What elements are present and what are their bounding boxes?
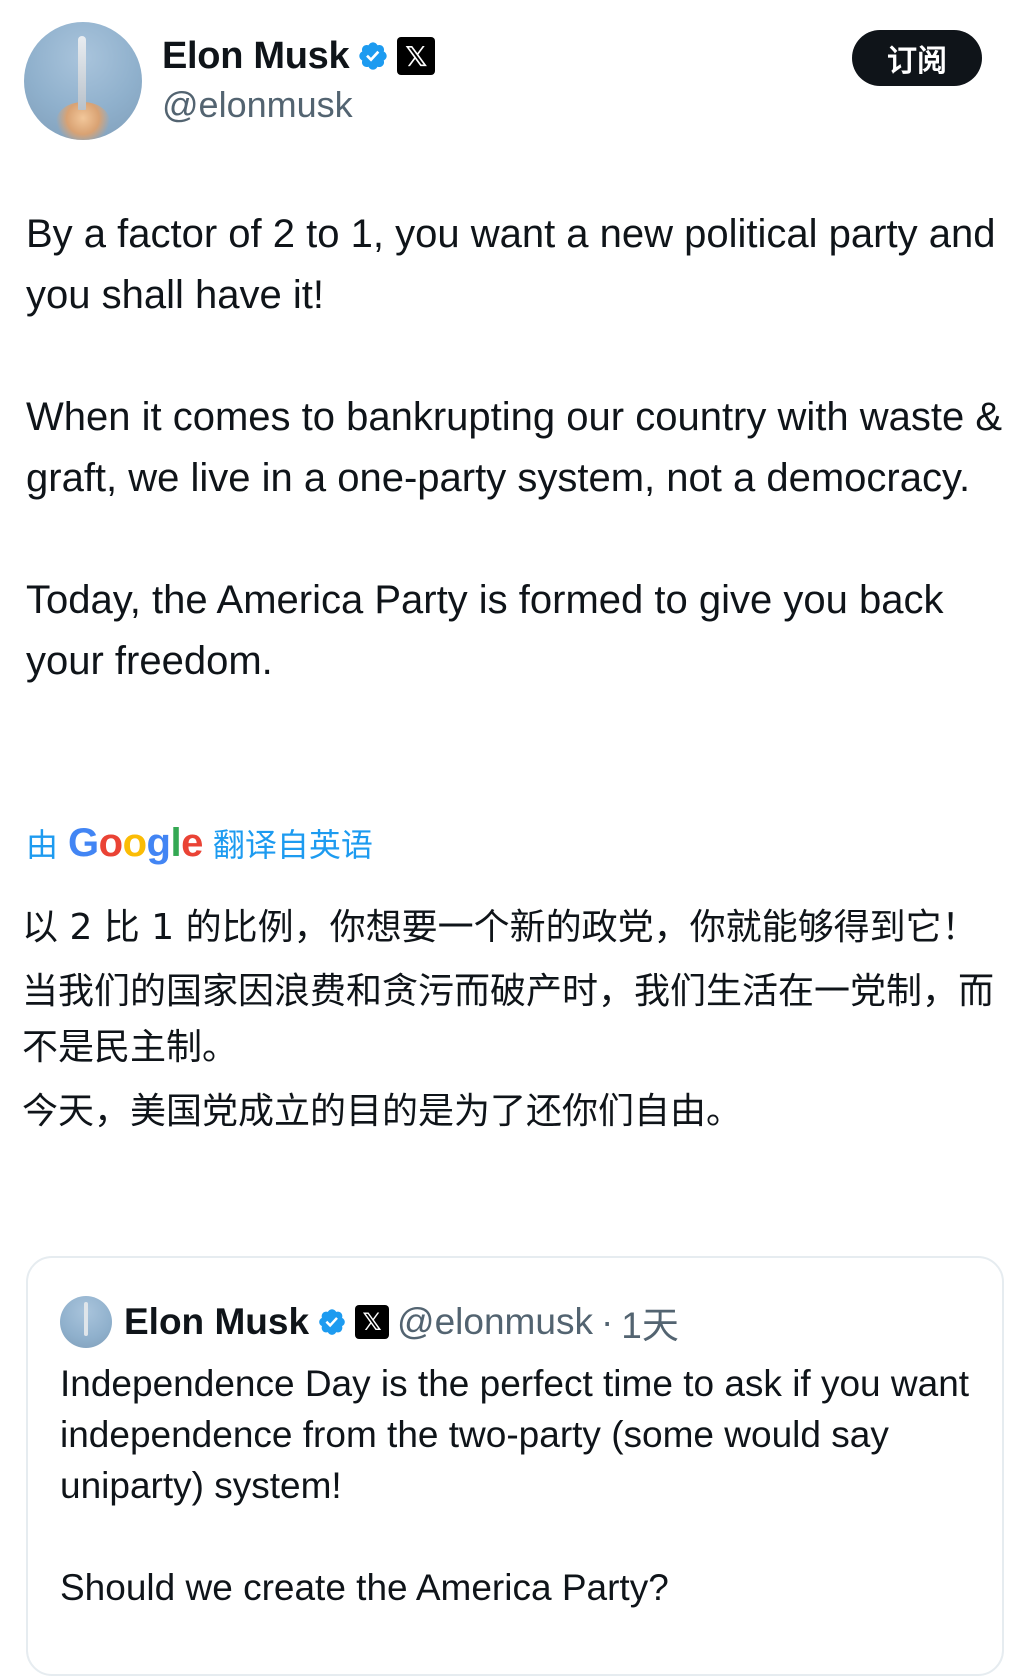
- avatar-rocket: [78, 36, 86, 110]
- google-logo: Google: [68, 820, 203, 865]
- avatar-rocket: [84, 1302, 88, 1336]
- x-logo-icon: 𝕏: [355, 1305, 390, 1339]
- quoted-paragraph: Should we create the America Party?: [60, 1567, 669, 1608]
- quoted-tweet-card[interactable]: Elon Musk 𝕏 @elonmusk · 1天 Independence …: [26, 1256, 1004, 1676]
- translated-paragraph: 当我们的国家因浪费和贪污而破产时，我们生活在一党制，而不是民主制。: [22, 971, 995, 1068]
- quoted-tweet-header: Elon Musk 𝕏 @elonmusk · 1天: [124, 1294, 679, 1350]
- translated-text: 以 2 比 1 的比例，你想要一个新的政党，你就能够得到它！ 当我们的国家因浪费…: [22, 900, 1012, 1148]
- tweet-paragraph: Today, the America Party is formed to gi…: [26, 578, 944, 683]
- tweet-body: By a factor of 2 to 1, you want a new po…: [26, 204, 1006, 692]
- quoted-tweet-body: Independence Day is the perfect time to …: [60, 1358, 980, 1613]
- author-name[interactable]: Elon Musk: [162, 35, 350, 78]
- tweet-paragraph: By a factor of 2 to 1, you want a new po…: [26, 212, 996, 317]
- translated-paragraph: 今天，美国党成立的目的是为了还你们自由。: [22, 1091, 743, 1132]
- translation-attribution[interactable]: 由 Google 翻译自英语: [26, 818, 373, 868]
- author-handle[interactable]: @elonmusk: [162, 84, 353, 126]
- quoted-author-name[interactable]: Elon Musk: [124, 1301, 309, 1343]
- verified-badge-icon: [359, 42, 387, 70]
- tweet-header: Elon Musk 𝕏 @elonmusk 订阅: [0, 0, 1034, 150]
- timestamp-separator: ·: [600, 1301, 614, 1342]
- translated-paragraph: 以 2 比 1 的比例，你想要一个新的政党，你就能够得到它！: [22, 907, 978, 948]
- translation-suffix: 翻译自英语: [212, 826, 373, 864]
- quoted-paragraph: Independence Day is the perfect time to …: [60, 1363, 970, 1506]
- quoted-author-handle[interactable]: @elonmusk: [397, 1301, 593, 1343]
- tweet-paragraph: When it comes to bankrupting our country…: [26, 395, 1003, 500]
- quoted-author-avatar[interactable]: [60, 1296, 112, 1348]
- verified-badge-icon: [319, 1309, 345, 1335]
- subscribe-button[interactable]: 订阅: [852, 30, 982, 86]
- author-avatar[interactable]: [24, 22, 142, 140]
- x-logo-icon: 𝕏: [397, 37, 436, 75]
- author-name-row: Elon Musk 𝕏: [162, 34, 436, 78]
- translation-prefix: 由: [26, 826, 59, 864]
- quoted-timestamp[interactable]: 1天: [621, 1295, 679, 1349]
